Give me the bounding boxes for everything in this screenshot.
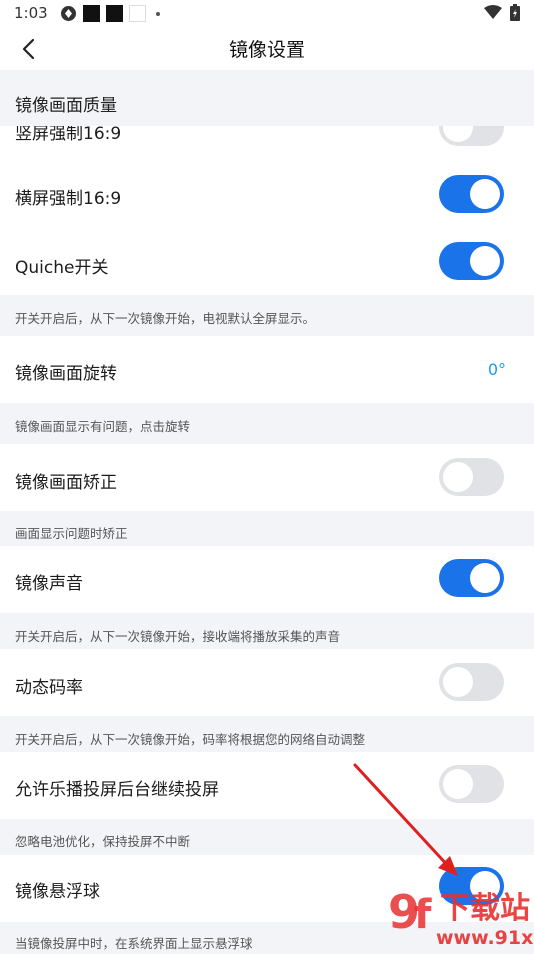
watermark-text: 下载站 — [440, 891, 530, 926]
status-time: 1:03 — [14, 4, 48, 22]
setting-label: Quiche开关 — [15, 258, 109, 278]
setting-hint: 忽略电池优化，保持投屏不中断 — [0, 819, 534, 855]
setting-hint: 开关开启后，从下一次镜像开始，电视默认全屏显示。 — [0, 295, 534, 336]
section-header: 镜像画面质量 — [0, 70, 534, 126]
app-header: 镜像设置 — [0, 27, 534, 70]
setting-hint: 开关开启后，从下一次镜像开始，接收端将播放采集的声音 — [0, 613, 534, 649]
svg-text:f: f — [414, 892, 432, 938]
setting-row-landscape[interactable]: 横屏强制16:9 — [0, 146, 534, 228]
correction-toggle[interactable] — [439, 458, 504, 496]
watermark-logo: 9 f 下载站 www.91xz.net — [388, 880, 534, 950]
bitrate-toggle[interactable] — [439, 663, 504, 701]
status-notification-icons — [60, 5, 160, 22]
notification-icon — [83, 5, 100, 22]
wifi-icon — [484, 5, 502, 19]
toggle-knob — [470, 179, 500, 209]
setting-label: 竖屏强制16:9 — [15, 126, 122, 144]
rotation-value: 0° — [487, 360, 506, 379]
battery-icon — [510, 4, 520, 21]
setting-hint: 开关开启后，从下一次镜像开始，码率将根据您的网络自动调整 — [0, 716, 534, 752]
section-title: 镜像画面质量 — [15, 96, 117, 116]
more-notifications-dot — [156, 11, 160, 16]
setting-row-quiche[interactable]: Quiche开关 — [0, 228, 534, 295]
toggle-knob — [443, 462, 473, 492]
setting-hint: 画面显示问题时矫正 — [0, 511, 534, 546]
setting-row-rotation[interactable]: 镜像画面旋转 0° — [0, 336, 534, 403]
setting-label: 镜像画面旋转 — [15, 364, 117, 384]
toggle-knob — [443, 126, 473, 142]
setting-label: 镜像悬浮球 — [15, 882, 100, 902]
setting-row-bitrate[interactable]: 动态码率 — [0, 649, 534, 716]
notification-icon — [129, 5, 146, 22]
watermark-logo-icon: 9 f 下载站 www.91xz.net — [388, 885, 534, 949]
setting-label: 横屏强制16:9 — [15, 189, 122, 209]
toggle-knob — [443, 667, 473, 697]
notification-icon — [106, 5, 123, 22]
setting-label: 镜像声音 — [15, 574, 83, 594]
toggle-knob — [443, 769, 473, 799]
portrait-toggle[interactable] — [439, 126, 504, 146]
sync-icon — [61, 6, 76, 21]
setting-hint: 镜像画面显示有问题，点击旋转 — [0, 403, 534, 444]
landscape-toggle[interactable] — [439, 175, 504, 213]
setting-label: 镜像画面矫正 — [15, 473, 117, 493]
setting-row-audio[interactable]: 镜像声音 — [0, 546, 534, 613]
setting-label: 动态码率 — [15, 678, 83, 698]
background-toggle[interactable] — [439, 765, 504, 803]
toggle-knob — [470, 563, 500, 593]
toggle-knob — [470, 246, 500, 276]
audio-toggle[interactable] — [439, 559, 504, 597]
status-bar: 1:03 — [0, 0, 534, 27]
setting-row-correction[interactable]: 镜像画面矫正 — [0, 444, 534, 511]
setting-row-portrait[interactable]: 竖屏强制16:9 — [0, 126, 534, 146]
setting-row-background[interactable]: 允许乐播投屏后台继续投屏 — [0, 752, 534, 819]
page-title: 镜像设置 — [228, 39, 305, 61]
quiche-toggle[interactable] — [439, 242, 504, 280]
watermark-url: www.91xz.net — [436, 927, 534, 949]
setting-label: 允许乐播投屏后台继续投屏 — [15, 780, 219, 800]
